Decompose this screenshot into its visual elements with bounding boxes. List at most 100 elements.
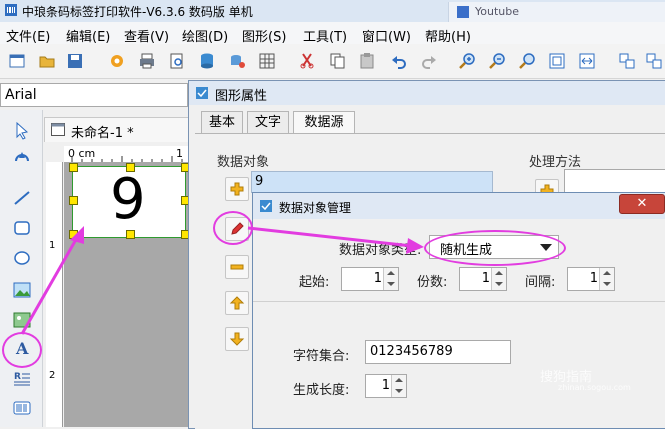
- fit-page-icon[interactable]: [548, 52, 566, 70]
- grid-icon[interactable]: [258, 52, 276, 70]
- toolbar: [0, 44, 665, 79]
- ungroup-icon[interactable]: [645, 52, 663, 70]
- font-name: Arial: [5, 87, 37, 103]
- move-up-button[interactable]: [225, 291, 249, 315]
- copy-icon[interactable]: [328, 52, 346, 70]
- copies-value: 1: [481, 271, 490, 286]
- selection-handle[interactable]: [69, 230, 78, 239]
- dialog-icon: [196, 87, 208, 99]
- new-document-icon[interactable]: [8, 52, 26, 70]
- app-icon: [5, 4, 17, 16]
- save-icon[interactable]: [66, 52, 84, 70]
- ellipse-tool-icon[interactable]: [12, 248, 32, 268]
- spinner-arrows[interactable]: [599, 268, 614, 290]
- menu-bar: 文件(E) 编辑(E) 查看(V) 绘图(D) 图形(S) 工具(T) 窗口(W…: [0, 22, 665, 45]
- dialog-title-bar: 图形属性: [189, 81, 665, 105]
- plus-icon: [230, 182, 244, 196]
- spinner-arrows[interactable]: [491, 268, 506, 290]
- pan-tool-icon[interactable]: [12, 148, 32, 168]
- menu-edit[interactable]: 编辑(E): [66, 26, 110, 45]
- print-preview-icon[interactable]: [168, 52, 186, 70]
- vruler-tick-label: 1: [49, 240, 56, 251]
- label-text-object[interactable]: 9: [110, 168, 146, 232]
- selection-handle[interactable]: [126, 163, 135, 172]
- remove-data-object-button[interactable]: [225, 255, 249, 279]
- paste-icon[interactable]: [358, 52, 376, 70]
- minus-icon: [230, 264, 244, 270]
- document-tab-label: 未命名-1 *: [71, 126, 134, 141]
- annotation-circle-text-tool: [2, 332, 42, 368]
- move-down-button[interactable]: [225, 327, 249, 351]
- interval-value: 1: [589, 271, 598, 286]
- rich-text-tool-icon[interactable]: R: [12, 368, 32, 388]
- database-connect-icon[interactable]: [228, 52, 246, 70]
- menu-window[interactable]: 窗口(W): [362, 26, 411, 45]
- start-value: 1: [373, 271, 382, 286]
- spinner-arrows[interactable]: [391, 375, 406, 397]
- picture-tool-icon[interactable]: [12, 310, 32, 330]
- menu-tools[interactable]: 工具(T): [303, 26, 347, 45]
- menu-draw[interactable]: 绘图(D): [182, 26, 228, 45]
- charset-input[interactable]: 0123456789: [365, 340, 511, 364]
- tab-data-source[interactable]: 数据源: [293, 111, 355, 135]
- menu-help[interactable]: 帮助(H): [425, 26, 471, 45]
- start-label: 起始:: [299, 275, 330, 290]
- rectangle-tool-icon[interactable]: [12, 218, 32, 238]
- title-bar: 中琅条码标签打印软件-V6.3.6 数码版 单机 Youtube: [0, 0, 665, 23]
- spinner-arrows[interactable]: [383, 268, 398, 290]
- selection-handle[interactable]: [126, 230, 135, 239]
- font-selector[interactable]: Arial: [0, 83, 188, 107]
- interval-spinner[interactable]: 1: [567, 267, 615, 291]
- annotation-circle-type-select: [424, 230, 566, 266]
- data-object-manager-dialog: 数据对象管理 ✕ 数据对象类型: 随机生成 起始: 1 份数: 1 间隔: 1 …: [252, 192, 665, 429]
- selection-handle[interactable]: [69, 196, 78, 205]
- settings-gear-icon[interactable]: [108, 52, 126, 70]
- print-icon[interactable]: [138, 52, 156, 70]
- vertical-ruler: 1 2: [46, 162, 63, 427]
- close-button[interactable]: ✕: [619, 194, 665, 214]
- length-spinner[interactable]: 1: [365, 374, 407, 398]
- cut-icon[interactable]: [298, 52, 316, 70]
- dialog-title: 数据对象管理: [279, 201, 352, 215]
- image-tool-icon[interactable]: [12, 280, 32, 300]
- svg-text:R: R: [14, 372, 21, 382]
- section-divider: [253, 301, 665, 302]
- select-pointer-icon[interactable]: [12, 120, 32, 140]
- document-tab[interactable]: 未命名-1 *: [44, 117, 196, 142]
- menu-view[interactable]: 查看(V): [124, 26, 169, 45]
- barcode-tool-icon[interactable]: [12, 398, 32, 418]
- dialog-title-bar: 数据对象管理 ✕: [253, 193, 665, 219]
- selection-handle[interactable]: [69, 163, 78, 172]
- browser-tab-label: Youtube: [475, 5, 519, 18]
- data-object-type-label: 数据对象类型:: [339, 243, 422, 258]
- arrow-down-icon: [229, 332, 245, 346]
- start-spinner[interactable]: 1: [341, 267, 399, 291]
- group-icon[interactable]: [618, 52, 636, 70]
- add-data-object-button[interactable]: [225, 177, 249, 201]
- menu-file[interactable]: 文件(E): [6, 26, 50, 45]
- browser-tab-icon: [457, 6, 469, 18]
- background-browser-tab: Youtube: [448, 2, 665, 22]
- zoom-out-icon[interactable]: [488, 52, 506, 70]
- zoom-icon[interactable]: [518, 52, 536, 70]
- annotation-circle-edit-button: [213, 211, 253, 245]
- tab-text[interactable]: 文字: [247, 111, 289, 134]
- data-object-list-item[interactable]: 9: [251, 171, 493, 193]
- horizontal-ruler: 0 cm 1: [64, 146, 194, 163]
- database-icon[interactable]: [198, 52, 216, 70]
- undo-icon[interactable]: [390, 52, 408, 70]
- fit-width-icon[interactable]: [578, 52, 596, 70]
- length-label: 生成长度:: [293, 383, 350, 398]
- zoom-in-icon[interactable]: [458, 52, 476, 70]
- copies-label: 份数:: [417, 275, 448, 290]
- document-window-icon: [51, 123, 65, 136]
- copies-spinner[interactable]: 1: [459, 267, 507, 291]
- redo-icon[interactable]: [420, 52, 438, 70]
- processing-method-label: 处理方法: [529, 155, 582, 170]
- charset-value: 0123456789: [370, 344, 453, 359]
- line-tool-icon[interactable]: [12, 188, 32, 208]
- open-folder-icon[interactable]: [38, 52, 56, 70]
- menu-shape[interactable]: 图形(S): [242, 26, 286, 45]
- tab-basic[interactable]: 基本: [201, 111, 243, 134]
- data-objects-label: 数据对象: [217, 155, 270, 170]
